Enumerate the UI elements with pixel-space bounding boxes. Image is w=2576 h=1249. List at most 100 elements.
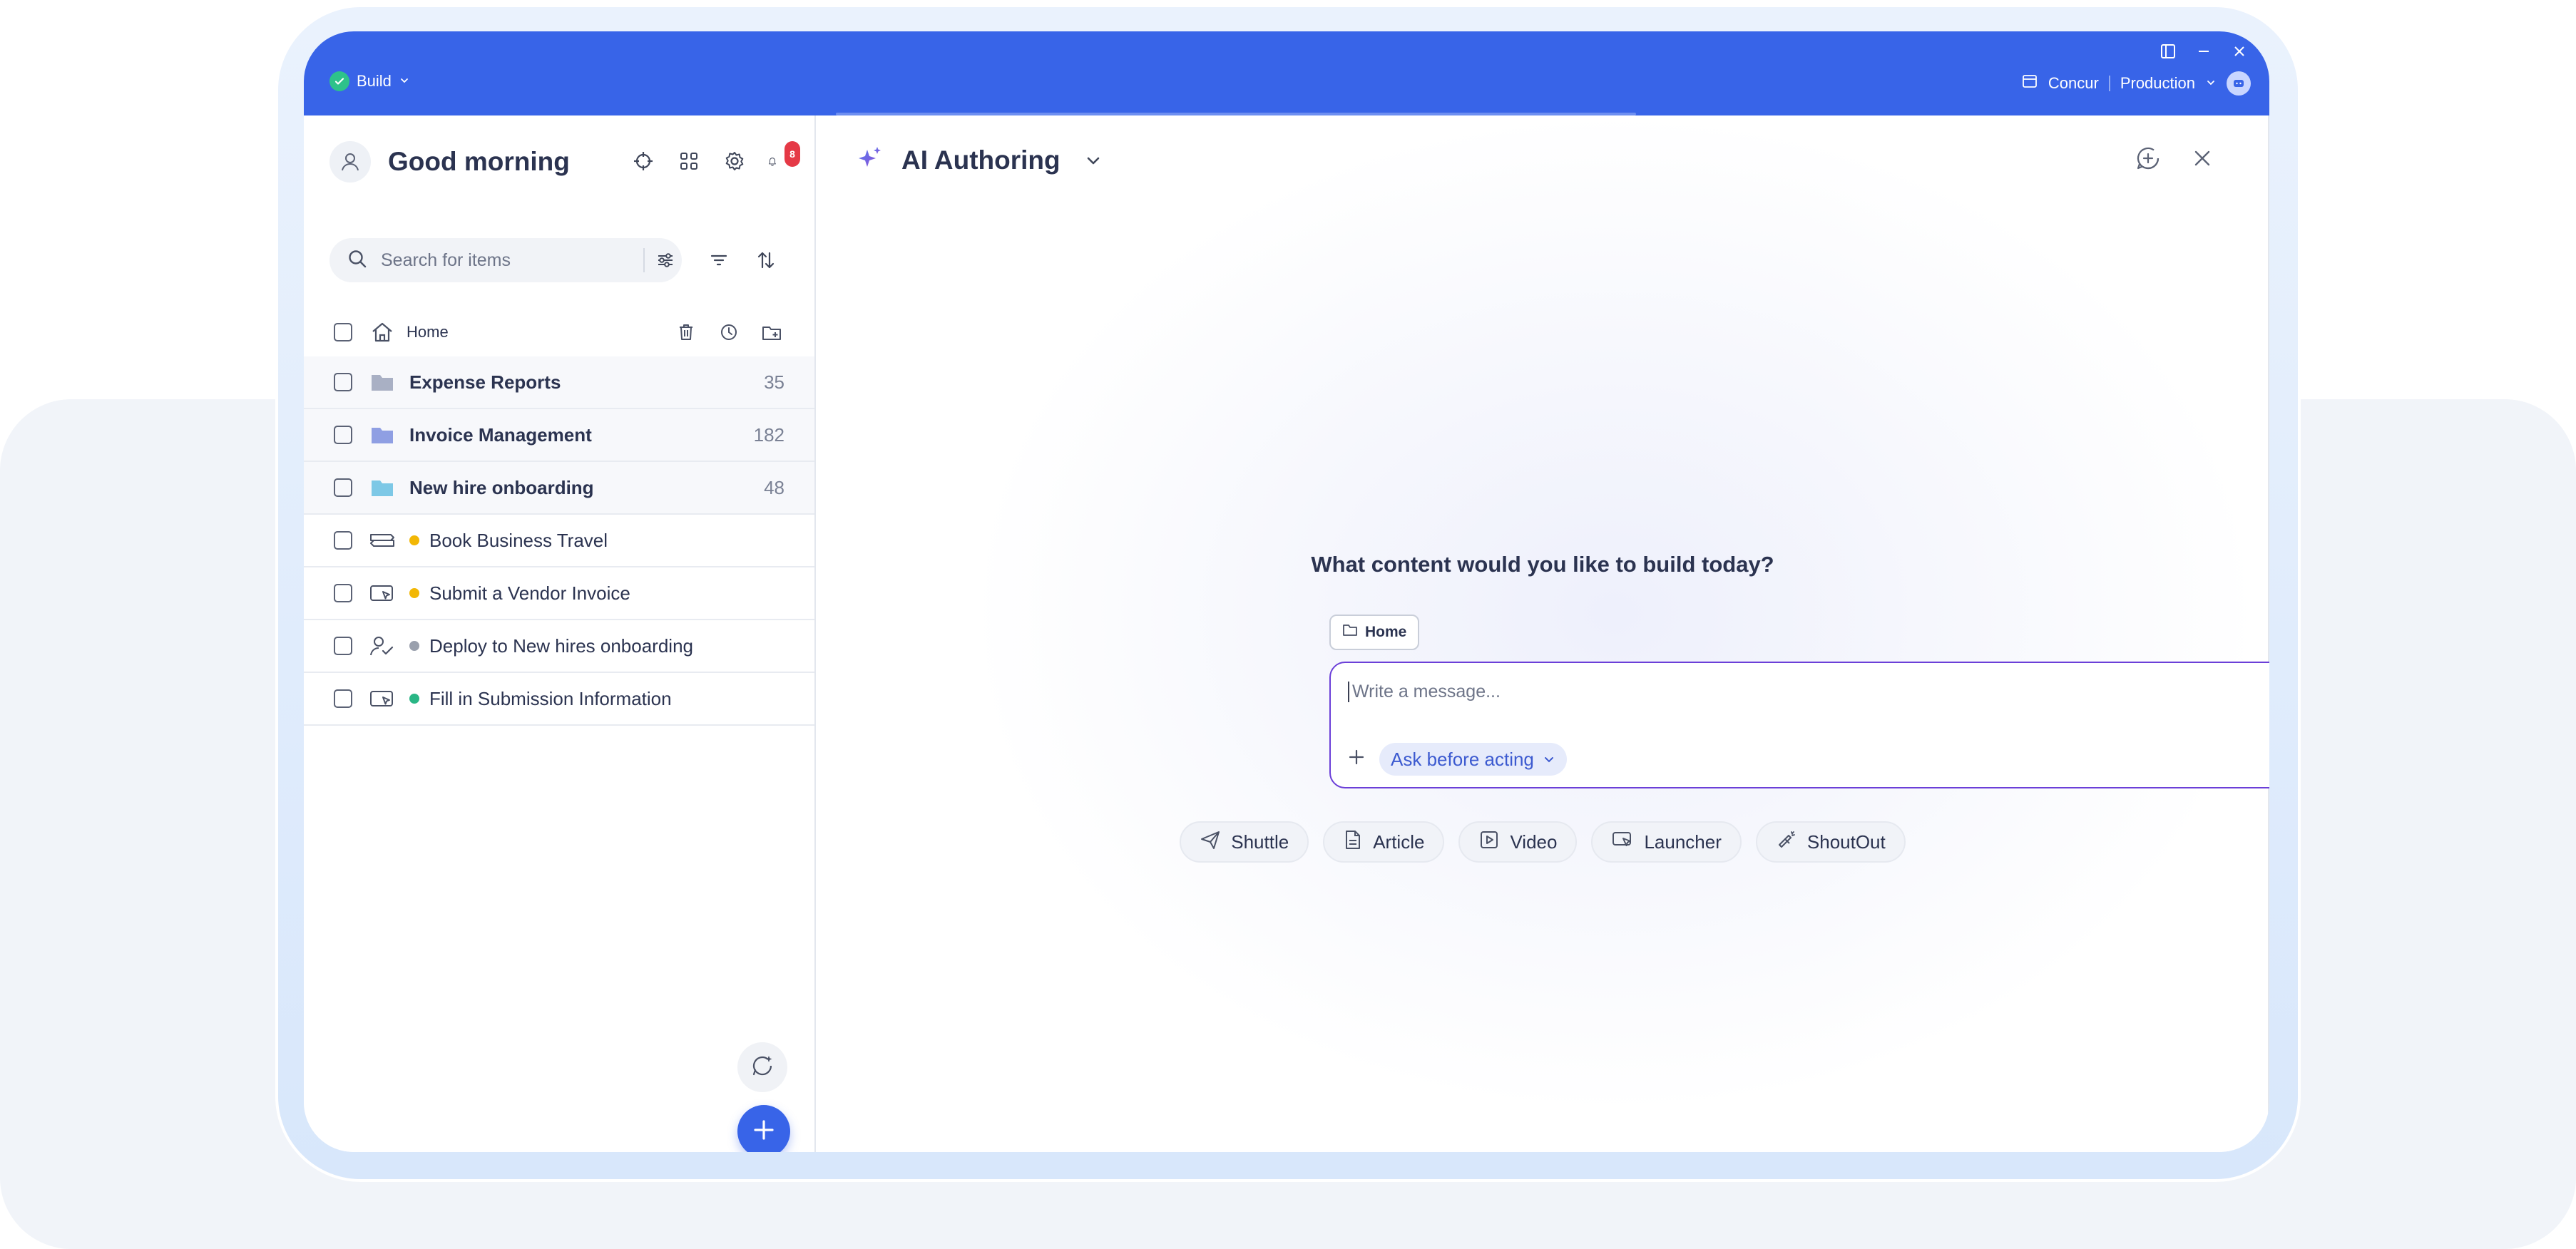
- assistant-avatar[interactable]: [2227, 71, 2251, 96]
- list-item[interactable]: Fill in Submission Information: [304, 673, 814, 726]
- user-avatar[interactable]: [329, 141, 371, 183]
- folder-outline-icon: [1342, 623, 1358, 642]
- window-controls: [2158, 41, 2249, 61]
- plus-icon: [752, 1118, 776, 1146]
- sort-icon[interactable]: [753, 247, 779, 273]
- launcher-icon: [368, 579, 397, 607]
- top-bar: Build Concur Production: [304, 31, 2269, 115]
- sliders-icon[interactable]: [655, 250, 676, 271]
- quick-action-shuttle[interactable]: Shuttle: [1180, 821, 1309, 863]
- sidebar-toolbar: 8: [630, 141, 800, 174]
- home-row[interactable]: Home: [304, 308, 814, 356]
- clock-icon[interactable]: [717, 321, 740, 344]
- chevron-down-icon[interactable]: [1082, 149, 1105, 172]
- sparkle-icon: [856, 144, 884, 176]
- breadcrumb-home[interactable]: Home: [407, 323, 449, 341]
- item-checkbox[interactable]: [334, 426, 352, 444]
- status-dot: [409, 694, 419, 704]
- item-count: 35: [764, 371, 784, 393]
- list-item[interactable]: New hire onboarding 48: [304, 462, 814, 515]
- status-dot: [409, 535, 419, 545]
- quick-actions: Shuttle Article Video Launcher ShoutOut: [816, 821, 2269, 863]
- chevron-down-icon[interactable]: [2205, 74, 2217, 93]
- megaphone-icon: [1776, 829, 1797, 855]
- close-icon[interactable]: [2188, 144, 2217, 173]
- ai-chat-button[interactable]: [737, 1042, 787, 1092]
- quick-action-video[interactable]: Video: [1458, 821, 1578, 863]
- item-label: Deploy to New hires onboarding: [429, 634, 693, 657]
- quick-action-label: Article: [1373, 831, 1425, 853]
- context-chip[interactable]: Home: [1329, 615, 1420, 650]
- list-item[interactable]: Expense Reports 35: [304, 356, 814, 409]
- add-button[interactable]: [737, 1105, 790, 1152]
- item-label: Submit a Vendor Invoice: [429, 582, 630, 604]
- panel-actions: [2134, 144, 2217, 173]
- plus-icon[interactable]: [1344, 744, 1369, 770]
- agent-mode-label: Ask before acting: [1391, 748, 1534, 770]
- item-checkbox[interactable]: [334, 373, 352, 391]
- gear-icon[interactable]: [722, 148, 747, 174]
- filter-icon[interactable]: [706, 247, 732, 273]
- select-all-checkbox[interactable]: [334, 323, 352, 341]
- new-chat-icon[interactable]: [2134, 144, 2162, 173]
- quick-action-shoutout[interactable]: ShoutOut: [1755, 821, 1906, 863]
- quick-action-label: Launcher: [1644, 831, 1722, 853]
- sidebar: Good morning 8 Search for items Home Exp…: [304, 115, 816, 1152]
- new-folder-icon[interactable]: [760, 321, 783, 344]
- onboarding-task-icon: [368, 632, 397, 660]
- quick-action-launcher[interactable]: Launcher: [1591, 821, 1742, 863]
- status-dot: [409, 588, 419, 598]
- greeting-text: Good morning: [388, 147, 570, 176]
- system-icon: [2021, 73, 2038, 94]
- item-checkbox[interactable]: [334, 584, 352, 602]
- build-mode-label: Build: [357, 72, 392, 90]
- trash-icon[interactable]: [675, 321, 697, 344]
- item-label: Fill in Submission Information: [429, 687, 672, 709]
- search-input[interactable]: [381, 250, 623, 271]
- folder-icon: [368, 421, 397, 449]
- divider: [2108, 76, 2110, 91]
- greeting-row: Good morning 8: [329, 140, 800, 184]
- close-icon[interactable]: [2229, 41, 2249, 61]
- check-circle-icon: [329, 71, 349, 91]
- ai-authoring-panel: AI Authoring What content would you like…: [816, 115, 2269, 1152]
- launcher-icon: [1611, 829, 1634, 855]
- item-checkbox[interactable]: [334, 478, 352, 497]
- search-row: [329, 238, 793, 282]
- item-label: Invoice Management: [409, 423, 592, 446]
- dock-panel-icon[interactable]: [2158, 41, 2178, 61]
- agent-mode-select[interactable]: Ask before acting: [1379, 743, 1567, 776]
- search-box: [329, 238, 682, 282]
- list-item[interactable]: Deploy to New hires onboarding: [304, 620, 814, 673]
- chevron-down-icon: [1543, 749, 1555, 771]
- item-checkbox[interactable]: [334, 689, 352, 708]
- bell-icon[interactable]: 8: [767, 141, 800, 174]
- video-icon: [1478, 829, 1500, 855]
- item-label: Expense Reports: [409, 371, 561, 393]
- search-divider: [643, 248, 645, 272]
- list-item[interactable]: Book Business Travel: [304, 515, 814, 567]
- message-input[interactable]: [1348, 682, 2269, 702]
- item-count: 48: [764, 476, 784, 498]
- item-checkbox[interactable]: [334, 531, 352, 550]
- quick-action-article[interactable]: Article: [1323, 821, 1445, 863]
- item-count: 182: [753, 423, 784, 446]
- context-chip-label: Home: [1365, 624, 1407, 640]
- app-window: Build Concur Production Good morning 8 S…: [304, 31, 2269, 1152]
- list-item[interactable]: Submit a Vendor Invoice: [304, 567, 814, 620]
- environment-selector[interactable]: Production: [2120, 74, 2195, 93]
- chevron-down-icon: [399, 72, 410, 91]
- item-checkbox[interactable]: [334, 637, 352, 655]
- list-controls: [706, 247, 779, 273]
- chat-sparkle-icon: [750, 1053, 775, 1082]
- quick-action-label: Video: [1510, 831, 1558, 853]
- list-item[interactable]: Invoice Management 182: [304, 409, 814, 462]
- panel-title: AI Authoring: [901, 145, 1060, 175]
- build-mode-menu[interactable]: Build: [329, 71, 410, 91]
- quick-action-label: Shuttle: [1231, 831, 1289, 853]
- content-list: Home Expense Reports 35 Invoice Manageme…: [304, 308, 814, 726]
- system-name[interactable]: Concur: [2048, 74, 2099, 93]
- target-icon[interactable]: [630, 148, 656, 174]
- apps-grid-icon[interactable]: [676, 148, 702, 174]
- minimize-icon[interactable]: [2194, 41, 2214, 61]
